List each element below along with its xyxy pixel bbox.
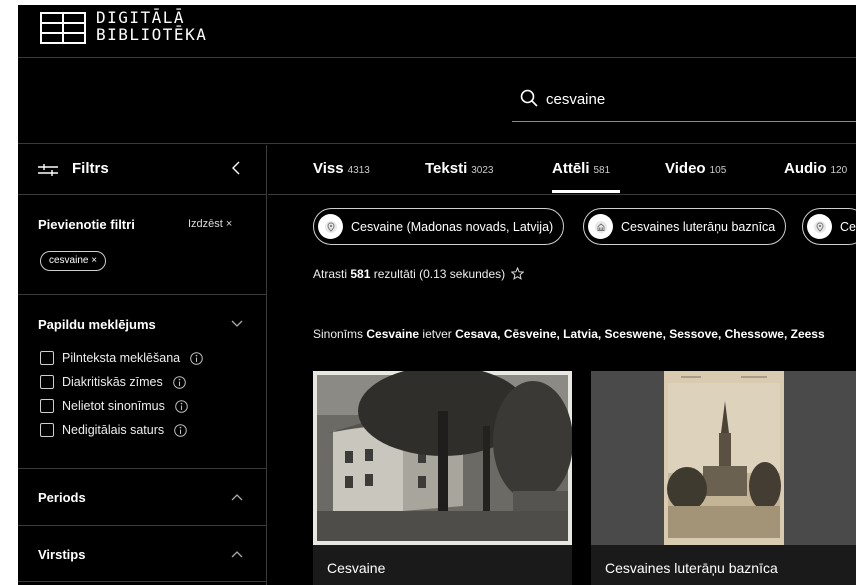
tab-images[interactable]: Attēli 581 [552,160,610,177]
library-logo-icon[interactable] [40,12,86,44]
option-label: Pilnteksta meklēšana [62,351,181,365]
synonym-middle: ietver [422,327,452,341]
location-pin-icon [807,214,832,239]
chevron-left-icon[interactable] [231,161,241,175]
tab-label: Attēli [552,160,590,177]
chevron-up-icon[interactable] [231,493,243,501]
checkbox[interactable] [40,375,54,389]
tab-count: 4313 [347,165,370,176]
option-diacritics[interactable]: Diakritiskās zīmes [40,373,186,391]
chip-label: Cesvaines luterāņu baznīca [621,219,776,234]
card-title[interactable]: Cesvaines luterāņu baznīca [591,545,856,585]
option-label: Nedigitālais saturs [62,423,165,437]
results-count: 581 [350,267,371,281]
filter-sidebar: Filtrs Pievienotie filtri Izdzēst × cesv… [18,145,267,585]
synonym-prefix: Sinonīms [313,327,364,341]
chip-label: Ce [840,219,856,234]
chevron-up-icon[interactable] [231,550,243,558]
tab-label: Viss [313,160,344,177]
search-input[interactable] [546,87,846,111]
search-field [512,82,856,122]
tab-count: 3023 [471,165,494,176]
info-icon[interactable] [172,375,186,389]
result-card[interactable]: Cesvaines luterāņu baznīca [591,371,856,585]
info-icon[interactable] [174,423,187,437]
advanced-search-title[interactable]: Papildu meklējums [38,317,156,332]
synonym-term: Cesvaine [366,327,420,341]
applied-filters-title: Pievienotie filtri [38,217,135,232]
chip-label: Cesvaine (Madonas novads, Latvija) [351,219,554,234]
active-tab-indicator [552,190,620,193]
chip-church[interactable]: Cesvaines luterāņu baznīca [583,208,787,245]
synonym-info: Sinonīms Cesvaine ietver Cesava, Cēsvein… [313,327,825,341]
chevron-down-icon[interactable] [231,320,243,328]
chip-more[interactable]: Ce [802,208,856,245]
checkbox[interactable] [40,423,54,437]
info-icon[interactable] [175,399,188,413]
option-non-digital[interactable]: Nedigitālais saturs [40,421,187,439]
checkbox[interactable] [40,351,54,365]
filter-title: Filtrs [72,160,109,177]
option-no-synonyms[interactable]: Nelietot sinonīmus [40,397,188,415]
subtype-section[interactable]: Virstips [18,526,266,582]
periods-section[interactable]: Periods [18,469,266,526]
filter-sliders-icon [38,164,58,176]
applied-filter-chip[interactable]: cesvaine × [40,251,107,271]
tab-label: Teksti [425,160,468,177]
filter-header: Filtrs [18,145,266,195]
subtype-title: Virstips [38,547,86,562]
logo-line-2: BIBLIOTĒKA [96,25,208,44]
star-icon[interactable] [511,267,525,280]
photo-thumbnail[interactable] [591,371,856,545]
tab-count: 581 [593,165,611,176]
clear-filters-button[interactable]: Izdzēst × [188,218,232,230]
tab-audio[interactable]: Audio 120 [784,160,847,177]
checkbox[interactable] [40,399,54,413]
periods-title: Periods [38,490,86,505]
card-title[interactable]: Cesvaine [313,545,572,585]
advanced-search-section: Papildu meklējums Pilnteksta meklēšana D… [18,295,266,469]
search-bar [18,59,856,144]
result-card[interactable]: Cesvaine [313,371,572,585]
logo-text[interactable]: DIGITĀLĀ BIBLIOTĒKA [96,10,207,44]
entity-chips-row: Cesvaine (Madonas novads, Latvija) Cesva… [313,208,856,246]
content-type-tabs: Viss 4313 Teksti 3023 Attēli 581 Video 105 A… [268,145,856,195]
synonym-list: Cesava, Cēsveine, Latvia, Sceswene, Sess… [455,327,825,341]
tab-texts[interactable]: Teksti 3023 [425,160,494,177]
results-suffix: rezultāti (0.13 sekundes) [373,267,506,281]
tab-count: 120 [830,165,848,176]
photo-thumbnail[interactable] [313,371,572,545]
results-summary: Atrasti 581 rezultāti (0.13 sekundes) [313,267,525,281]
option-label: Nelietot sinonīmus [62,399,165,413]
option-fulltext[interactable]: Pilnteksta meklēšana [40,349,203,367]
tab-label: Audio [784,160,827,177]
search-icon[interactable] [520,89,538,107]
tab-all[interactable]: Viss 4313 [313,160,370,177]
location-pin-icon [318,214,343,239]
church-icon [588,214,613,239]
results-prefix: Atrasti [313,267,348,281]
option-label: Diakritiskās zīmes [62,375,163,389]
info-icon[interactable] [190,351,203,365]
header-logo-bar: DIGITĀLĀ BIBLIOTĒKA [18,5,856,58]
applied-filters-section: Pievienotie filtri Izdzēst × cesvaine × [18,195,266,295]
tab-label: Video [665,160,706,177]
app-window: DIGITĀLĀ BIBLIOTĒKA Filtrs [18,5,856,585]
tab-video[interactable]: Video 105 [665,160,726,177]
tab-count: 105 [709,165,727,176]
chip-place[interactable]: Cesvaine (Madonas novads, Latvija) [313,208,565,245]
